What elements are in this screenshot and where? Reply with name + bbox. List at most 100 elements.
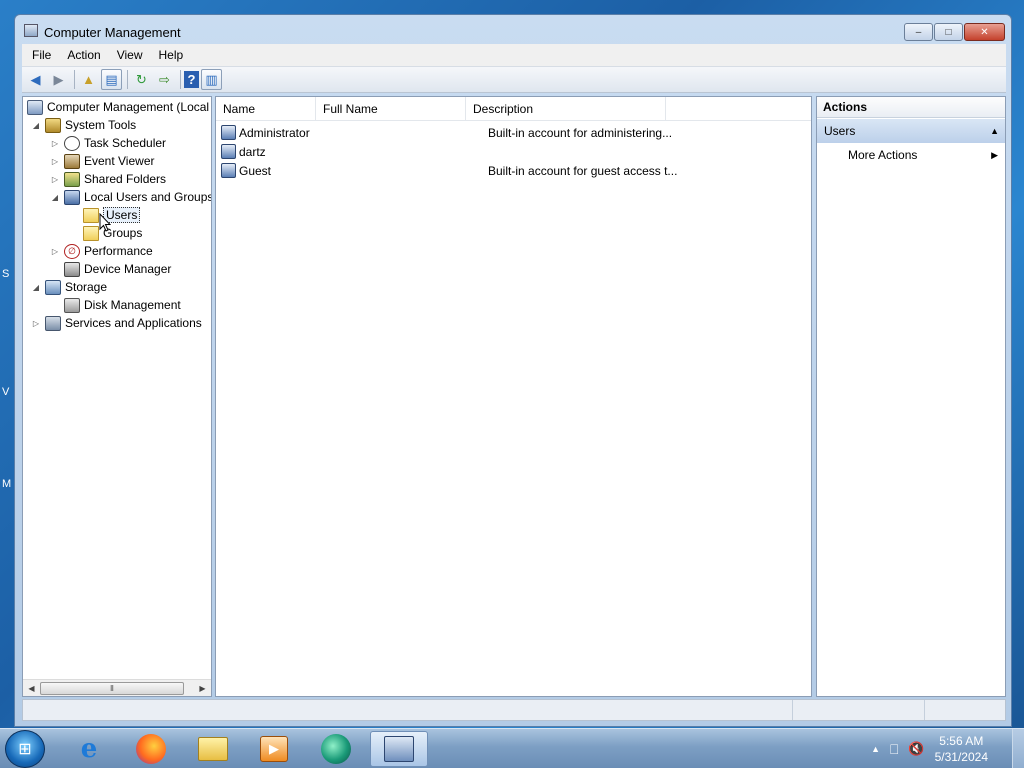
status-segment <box>925 700 1005 720</box>
show-hidden-icons-icon[interactable]: ▲ <box>871 744 880 754</box>
tree-item-task-scheduler[interactable]: ▷ Task Scheduler <box>50 134 166 152</box>
user-name: dartz <box>239 144 266 159</box>
close-button[interactable]: ✕ <box>964 23 1005 41</box>
status-segment <box>793 700 925 720</box>
toolbar-separator <box>180 70 181 89</box>
firefox-icon <box>136 734 166 764</box>
computer-management-window: Computer Management – □ ✕ File Action Vi… <box>14 14 1012 727</box>
horizontal-scrollbar[interactable]: ◀ Ⅱ ▶ <box>23 679 211 696</box>
tree-item-performance[interactable]: ▷ ∅ Performance <box>50 242 153 260</box>
collapse-section-icon[interactable]: ▲ <box>990 119 999 143</box>
up-folder-icon[interactable]: ▲ <box>78 69 99 90</box>
tree-item-local-users-groups[interactable]: ◢ Local Users and Groups <box>50 188 211 206</box>
menu-bar: File Action View Help <box>22 44 1006 66</box>
expanded-arrow-icon[interactable]: ◢ <box>31 283 41 292</box>
table-row[interactable]: dartz <box>216 142 811 161</box>
taskbar-firefox[interactable] <box>122 731 180 767</box>
collapsed-arrow-icon[interactable]: ▷ <box>50 157 60 166</box>
column-header-full-name[interactable]: Full Name <box>316 97 466 121</box>
tree-item-disk-management[interactable]: Disk Management <box>64 296 181 314</box>
tree-item-event-viewer[interactable]: ▷ Event Viewer <box>50 152 154 170</box>
console-tree-icon[interactable]: ▤ <box>101 69 122 90</box>
scroll-left-icon[interactable]: ◀ <box>23 684 40 693</box>
tree-item-users[interactable]: Users <box>83 206 141 224</box>
shared-folders-icon <box>64 171 80 187</box>
storage-icon <box>45 279 61 295</box>
collapsed-arrow-icon[interactable]: ▷ <box>50 175 60 184</box>
taskbar-computer-management[interactable] <box>370 731 428 767</box>
tree-item-services-apps[interactable]: ▷ Services and Applications <box>31 314 202 332</box>
show-desktop-button[interactable] <box>1012 729 1024 768</box>
menu-file[interactable]: File <box>24 48 59 62</box>
menu-help[interactable]: Help <box>151 48 192 62</box>
actions-title: Actions <box>817 97 1005 118</box>
column-header-name[interactable]: Name <box>216 97 316 121</box>
forward-arrow-icon[interactable]: ▶ <box>48 69 69 90</box>
volume-muted-icon[interactable]: 🔇 <box>908 741 924 757</box>
network-icon[interactable]: ⎕ <box>890 741 898 758</box>
desktop-edge-glyph: V <box>2 386 10 398</box>
users-list: Name Full Name Description Administrator… <box>215 96 812 697</box>
status-bar <box>22 699 1006 721</box>
clock-date: 5/31/2024 <box>934 750 988 764</box>
status-segment <box>23 700 793 720</box>
tree-item-system-tools[interactable]: ◢ System Tools <box>31 116 136 134</box>
start-button[interactable]: ⊞ <box>5 730 45 768</box>
submenu-arrow-icon: ▶ <box>991 150 998 160</box>
actions-pane: Actions Users ▲ More Actions ▶ <box>816 96 1006 697</box>
media-player-icon: ▶ <box>260 736 288 762</box>
table-row[interactable]: Administrator Built-in account for admin… <box>216 123 811 142</box>
expanded-arrow-icon[interactable]: ◢ <box>31 121 41 130</box>
actions-section-label: Users <box>824 124 856 138</box>
collapsed-arrow-icon[interactable]: ▷ <box>50 139 60 148</box>
tools-icon <box>45 117 61 133</box>
menu-view[interactable]: View <box>109 48 151 62</box>
minimize-button[interactable]: – <box>904 23 933 41</box>
tree-item-storage[interactable]: ◢ Storage <box>31 278 107 296</box>
window-title: Computer Management <box>44 25 181 40</box>
column-header-description[interactable]: Description <box>466 97 666 121</box>
collapsed-arrow-icon[interactable]: ▷ <box>31 319 41 328</box>
device-manager-icon <box>64 261 80 277</box>
folder-icon <box>83 207 99 223</box>
actions-section-users[interactable]: Users ▲ <box>817 119 1005 143</box>
menu-action[interactable]: Action <box>59 48 108 62</box>
table-row[interactable]: Guest Built-in account for guest access … <box>216 161 811 180</box>
disk-icon <box>64 297 80 313</box>
toolbar: ◀ ▶ ▲ ▤ ↻ ⇨ ? ▥ <box>22 66 1006 93</box>
expanded-arrow-icon[interactable]: ◢ <box>50 193 60 202</box>
list-header: Name Full Name Description <box>216 97 811 121</box>
taskbar-media-player[interactable]: ▶ <box>245 731 303 767</box>
event-viewer-icon <box>64 153 80 169</box>
desktop-edge-glyph: M <box>2 478 12 490</box>
taskbar-globe-app[interactable] <box>307 731 365 767</box>
tree-item-root[interactable]: Computer Management (Local <box>27 98 209 116</box>
tree-item-device-manager[interactable]: Device Manager <box>64 260 171 278</box>
taskbar-explorer[interactable] <box>184 731 242 767</box>
user-name: Administrator <box>239 125 310 140</box>
mouse-cursor-icon <box>99 213 111 232</box>
user-icon <box>221 163 236 178</box>
users-group-icon <box>64 189 80 205</box>
computer-management-icon <box>384 736 414 762</box>
help-icon[interactable]: ? <box>184 71 199 88</box>
scroll-right-icon[interactable]: ▶ <box>194 684 211 693</box>
maximize-button[interactable]: □ <box>934 23 963 41</box>
user-description: Built-in account for administering... <box>488 125 673 140</box>
tree-item-groups[interactable]: Groups <box>83 224 142 242</box>
export-list-icon[interactable]: ⇨ <box>154 69 175 90</box>
system-tray: ▲ ⎕ 🔇 5:56 AM 5/31/2024 <box>871 729 1024 768</box>
taskbar-internet-explorer[interactable]: e <box>60 731 118 767</box>
refresh-icon[interactable]: ↻ <box>131 69 152 90</box>
internet-explorer-icon: e <box>80 734 98 764</box>
collapsed-arrow-icon[interactable]: ▷ <box>50 247 60 256</box>
toolbar-separator <box>74 70 75 89</box>
tree-item-shared-folders[interactable]: ▷ Shared Folders <box>50 170 166 188</box>
scroll-thumb[interactable]: Ⅱ <box>40 681 184 695</box>
clock[interactable]: 5:56 AM 5/31/2024 <box>935 733 988 765</box>
back-arrow-icon[interactable]: ◀ <box>25 69 46 90</box>
more-actions-item[interactable]: More Actions ▶ <box>817 144 1005 166</box>
title-bar[interactable]: Computer Management – □ ✕ <box>15 15 1011 45</box>
action-pane-icon[interactable]: ▥ <box>201 69 222 90</box>
user-icon <box>221 144 236 159</box>
